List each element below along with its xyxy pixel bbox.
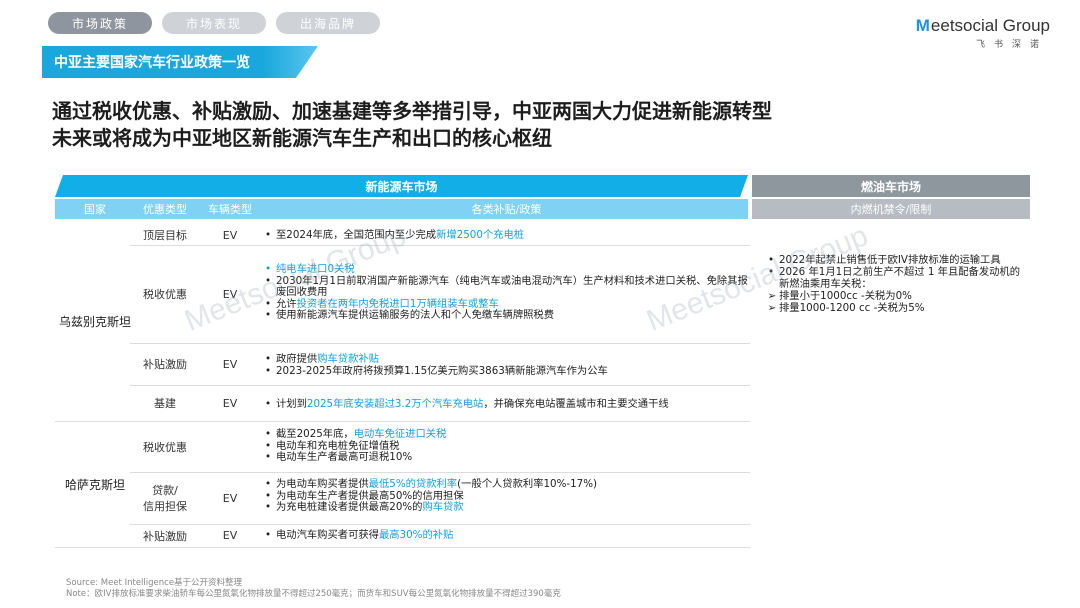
- list-item: 为电动车购买者提供最低5%的贷款利率(一般个人贷款利率10%-17%): [262, 478, 750, 491]
- subheader-vehicle-type: 车辆类型: [208, 203, 252, 216]
- list-item: ➢ 排量小于1000cc -关税为0%: [765, 290, 1027, 302]
- subheader-country: 国家: [84, 203, 106, 216]
- row-divider: [55, 547, 750, 548]
- tab-market-policy[interactable]: 市场政策: [48, 12, 152, 34]
- tab-overseas-brands[interactable]: 出海品牌: [276, 12, 380, 34]
- arrow-icon: ➢: [767, 302, 777, 314]
- type-infrastructure: 基建: [154, 397, 176, 410]
- type-tax-incentive: 税收优惠: [143, 288, 187, 301]
- vehicle-ev: EV: [222, 491, 238, 505]
- list-item: 纯电车进口0关税: [262, 263, 750, 276]
- logo-name: eetsocial Group: [930, 16, 1050, 35]
- subheader-policy-type: 优惠类型: [143, 203, 187, 216]
- banner-title: 中亚主要国家汽车行业政策一览: [54, 55, 250, 71]
- ice-policy-uz: 2022年起禁止销售低于欧IV排放标准的运输工具 2026 年1月1日之前生产不…: [765, 254, 1027, 314]
- header-ice-market: 燃油车市场: [752, 175, 1030, 197]
- type-top-goal: 顶层目标: [143, 229, 187, 242]
- policy-tax-uz: 纯电车进口0关税 2030年1月1日前取消国产新能源汽车（纯电汽车或油电混动汽车…: [262, 263, 750, 322]
- policy-table: 新能源车市场 燃油车市场 国家 优惠类型 车辆类型 各类补贴/政策 内燃机禁令/…: [55, 175, 1030, 548]
- vehicle-ev: EV: [222, 357, 238, 371]
- list-item: 2023-2025年政府将拨预算1.15亿美元购买3863辆新能源汽车作为公车: [262, 365, 750, 378]
- headline-line-2: 未来或将成为中亚地区新能源汽车生产和出口的核心枢纽: [52, 126, 552, 150]
- vehicle-ev: EV: [222, 228, 238, 242]
- list-item: 计划到2025年底安装超过3.2万个汽车充电站，并确保充电站覆盖城市和主要交通干…: [262, 398, 750, 411]
- type-loan-line2: 信用担保: [143, 500, 187, 513]
- list-item: 2030年1月1日前取消国产新能源汽车（纯电汽车或油电混动汽车）生产材料和技术进…: [262, 275, 750, 299]
- subheader-policy: 各类补贴/政策: [471, 203, 542, 216]
- footer-source: Source: Meet Intelligence基于公开资料整理: [66, 578, 243, 588]
- policy-subsidy-uz: 政府提供购车贷款补贴 2023-2025年政府将拨预算1.15亿美元购买3863…: [262, 353, 750, 378]
- subheader-ice-policy: 内燃机禁令/限制: [752, 199, 1030, 219]
- list-item: 截至2025年底，电动车免征进口关税: [262, 428, 750, 441]
- type-loan-line1: 贷款/: [152, 484, 178, 497]
- top-tabs: 市场政策 市场表现 出海品牌: [48, 12, 380, 34]
- logo-subtitle: 飞书深诺: [975, 40, 1048, 50]
- policy-infra-uz: 计划到2025年底安装超过3.2万个汽车充电站，并确保充电站覆盖城市和主要交通干…: [262, 398, 750, 411]
- meetsocial-logo: M eetsocial Group 飞书深诺: [916, 16, 1050, 50]
- type-subsidy-kz: 补贴激励: [143, 529, 187, 543]
- list-item: 2026 年1月1日之前生产不超过 1 年且配备发动机的新燃油乘用车关税：: [765, 266, 1027, 290]
- list-item: 政府提供购车贷款补贴: [262, 353, 750, 366]
- arrow-icon: ➢: [767, 290, 777, 302]
- type-loan-guarantee: 贷款/ 信用担保: [135, 472, 195, 524]
- tab-market-performance[interactable]: 市场表现: [162, 12, 266, 34]
- list-item: 为充电桩建设者提供最高20%的购车贷款: [262, 501, 750, 514]
- header-nev-market: 新能源车市场: [55, 175, 748, 197]
- logo-wordmark: M eetsocial Group: [916, 16, 1050, 36]
- list-item: 至2024年底，全国范围内至少完成新增2500个充电桩: [262, 229, 750, 242]
- headline: 通过税收优惠、补贴激励、加速基建等多举措引导，中亚两国大力促进新能源转型 未来或…: [52, 98, 772, 152]
- country-kazakhstan: 哈萨克斯坦: [64, 477, 125, 492]
- list-item: 2022年起禁止销售低于欧IV排放标准的运输工具: [765, 254, 1027, 266]
- headline-line-1: 通过税收优惠、补贴激励、加速基建等多举措引导，中亚两国大力促进新能源转型: [52, 99, 772, 123]
- type-tax-incentive-kz: 税收优惠: [143, 440, 187, 454]
- logo-m-icon: M: [915, 16, 930, 35]
- vehicle-ev: EV: [222, 396, 238, 410]
- list-item: ➢ 排量1000-1200 cc -关税为5%: [765, 302, 1027, 314]
- list-item: 电动车生产者最高可退税10%: [262, 452, 750, 464]
- footer-notes: Source: Meet Intelligence基于公开资料整理 Note：欧…: [66, 578, 561, 599]
- policy-subsidy-kz: 电动汽车购买者可获得最高30%的补贴: [262, 529, 750, 542]
- vehicle-ev: EV: [222, 529, 238, 542]
- policy-top-goal: 至2024年底，全国范围内至少完成新增2500个充电桩: [262, 229, 750, 242]
- section-banner: 中亚主要国家汽车行业政策一览: [42, 46, 318, 78]
- policy-tax-kz: 截至2025年底，电动车免征进口关税 电动车和充电桩免征增值税 电动车生产者最高…: [262, 428, 750, 464]
- policy-loan-kz: 为电动车购买者提供最低5%的贷款利率(一般个人贷款利率10%-17%) 为电动车…: [262, 478, 750, 514]
- type-subsidy: 补贴激励: [143, 358, 187, 371]
- list-item: 使用新能源汽车提供运输服务的法人和个人免缴车辆牌照税费: [262, 310, 750, 322]
- list-item: 电动汽车购买者可获得最高30%的补贴: [262, 529, 750, 542]
- country-uzbekistan: 乌兹别克斯坦: [58, 314, 131, 329]
- footer-note: Note：欧IV排放标准要求柴油轿车每公里氮氧化物排放量不得超过250毫克；而货…: [66, 588, 561, 599]
- vehicle-ev: EV: [222, 287, 238, 301]
